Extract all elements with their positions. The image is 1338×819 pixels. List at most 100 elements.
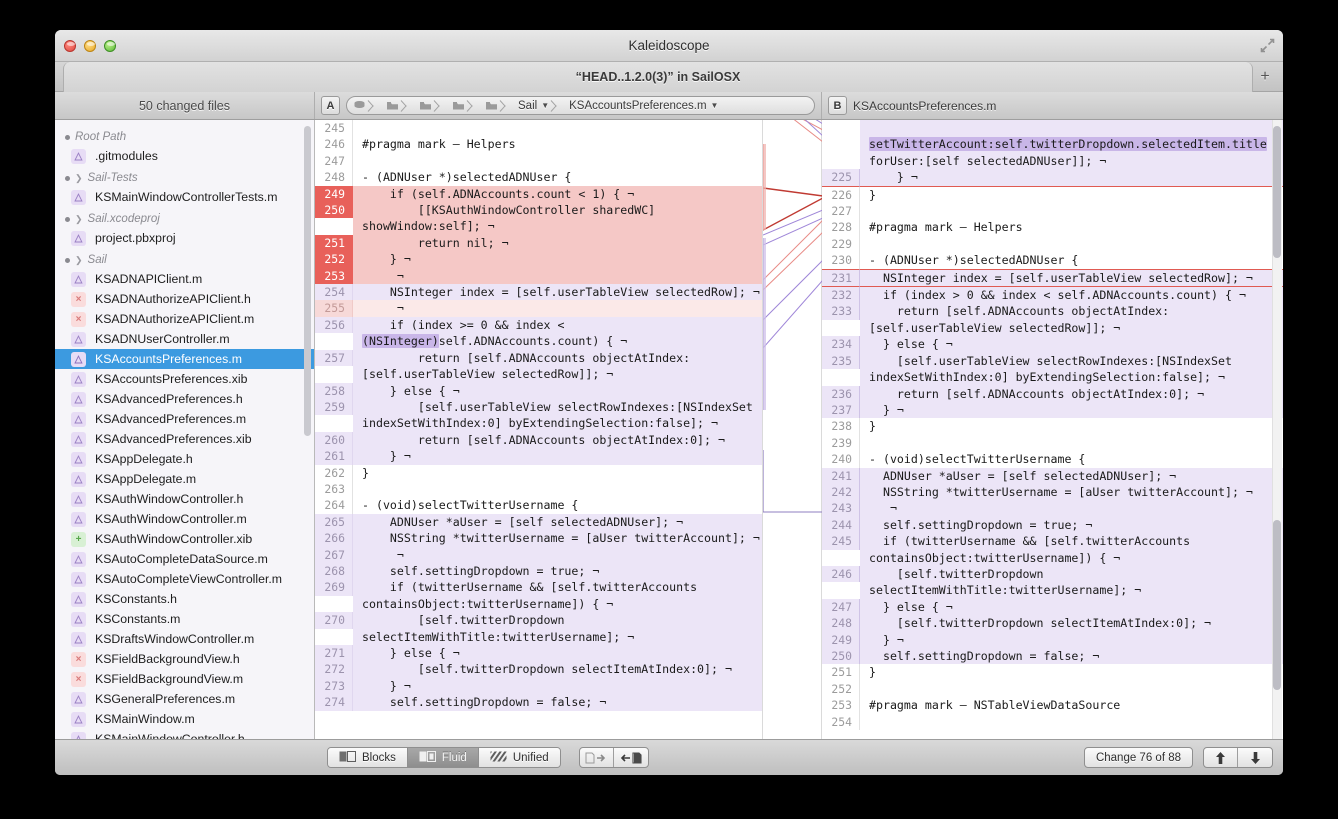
- code-text[interactable]: } else { ¬: [353, 382, 762, 399]
- code-text[interactable]: - (void)selectTwitterUsername {: [353, 497, 762, 513]
- code-text[interactable]: }: [353, 465, 762, 481]
- file-group-header[interactable]: Root Path: [55, 125, 314, 146]
- code-text[interactable]: setTwitterAccount:self.twitterDropdown.s…: [860, 120, 1283, 170]
- file-list-item[interactable]: △ KSConstants.h: [55, 589, 314, 609]
- code-text[interactable]: [[KSAuthWindowController sharedWC] showW…: [353, 202, 762, 235]
- code-text[interactable]: ¬: [860, 500, 1283, 517]
- apply-changes-group[interactable]: [578, 747, 649, 768]
- minimize-button[interactable]: [84, 40, 96, 52]
- breadcrumb[interactable]: Sail ▼ KSAccountsPreferences.m ▼: [346, 96, 815, 115]
- code-text[interactable]: } ¬: [353, 251, 762, 268]
- code-text[interactable]: if (index > 0 && index < self.ADNAccount…: [860, 287, 1283, 304]
- close-button[interactable]: [64, 40, 76, 52]
- breadcrumb-folder-3[interactable]: [446, 97, 479, 114]
- breadcrumb-folder-4[interactable]: [479, 97, 512, 114]
- code-text[interactable]: ADNUser *aUser = [self selectedADNUser];…: [860, 467, 1283, 484]
- pane-b-badge[interactable]: B: [828, 96, 847, 115]
- file-list-item[interactable]: × KSADNAuthorizeAPIClient.m: [55, 309, 314, 329]
- code-text[interactable]: [self.twitterDropdown selectItemWithTitl…: [860, 565, 1283, 599]
- file-list-item[interactable]: × KSADNAuthorizeAPIClient.h: [55, 289, 314, 309]
- file-list-item[interactable]: △ KSAppDelegate.h: [55, 449, 314, 469]
- code-text[interactable]: ¬: [353, 300, 762, 317]
- code-text[interactable]: } ¬: [860, 169, 1283, 187]
- code-text[interactable]: return [self.ADNAccounts objectAtIndex:0…: [353, 431, 762, 449]
- file-list-item[interactable]: △ KSConstants.m: [55, 609, 314, 629]
- file-list-item[interactable]: △ KSAutoCompleteDataSource.m: [55, 549, 314, 569]
- code-text[interactable]: ¬: [353, 267, 762, 285]
- sidebar-scrollbar[interactable]: [304, 126, 311, 436]
- file-group-header[interactable]: ❯ Sail-Tests: [55, 166, 314, 187]
- file-list-item[interactable]: △ KSAuthWindowController.m: [55, 509, 314, 529]
- file-list-item[interactable]: △ KSMainWindowControllerTests.m: [55, 187, 314, 207]
- code-text[interactable]: } else { ¬: [860, 336, 1283, 353]
- code-text[interactable]: } ¬: [860, 631, 1283, 648]
- file-list-item[interactable]: × KSFieldBackgroundView.h: [55, 649, 314, 669]
- apply-to-left-button[interactable]: [614, 748, 648, 767]
- code-text[interactable]: }: [860, 418, 1283, 434]
- code-text[interactable]: self.settingDropdown = true; ¬: [353, 562, 762, 580]
- file-group-header[interactable]: ❯ Sail.xcodeproj: [55, 207, 314, 228]
- file-list-item[interactable]: + KSAuthWindowController.xib: [55, 529, 314, 549]
- code-text[interactable]: - (ADNUser *)selectedADNUser {: [353, 169, 762, 185]
- file-list-item[interactable]: △ KSMainWindow.m: [55, 709, 314, 729]
- code-text[interactable]: #pragma mark — Helpers: [860, 219, 1283, 235]
- code-text[interactable]: - (ADNUser *)selectedADNUser {: [860, 252, 1283, 268]
- breadcrumb-file[interactable]: KSAccountsPreferences.m ▼: [563, 97, 721, 114]
- code-text[interactable]: return nil; ¬: [353, 234, 762, 252]
- breadcrumb-folder-2[interactable]: [413, 97, 446, 114]
- code-text[interactable]: return [self.ADNAccounts objectAtIndex:[…: [353, 349, 762, 383]
- new-tab-button[interactable]: +: [1253, 62, 1277, 92]
- view-mode-unified[interactable]: Unified: [478, 748, 560, 767]
- code-text[interactable]: ¬: [353, 546, 762, 563]
- code-text[interactable]: if (twitterUsername && [self.twitterAcco…: [860, 533, 1283, 566]
- chevron-right-icon[interactable]: ❯: [75, 255, 83, 266]
- file-list-item[interactable]: △ KSAdvancedPreferences.xib: [55, 429, 314, 449]
- code-text[interactable]: NSInteger index = [self.userTableView se…: [353, 284, 762, 301]
- fullscreen-icon[interactable]: [1260, 38, 1275, 53]
- code-text[interactable]: } ¬: [860, 401, 1283, 419]
- code-text[interactable]: return [self.ADNAccounts objectAtIndex:[…: [860, 303, 1283, 337]
- code-text[interactable]: } else { ¬: [353, 645, 762, 662]
- pane-b-scrollbar-upper[interactable]: [1273, 126, 1281, 258]
- code-text[interactable]: ADNUser *aUser = [self selectedADNUser];…: [353, 513, 762, 531]
- file-list-item[interactable]: △ KSMainWindowController.h: [55, 729, 314, 739]
- file-list-item[interactable]: △ KSAdvancedPreferences.h: [55, 389, 314, 409]
- apply-to-right-button[interactable]: [580, 748, 614, 767]
- code-text[interactable]: NSString *twitterUsername = [aUser twitt…: [860, 483, 1283, 501]
- file-list-item[interactable]: △ KSAuthWindowController.h: [55, 489, 314, 509]
- code-text[interactable]: } ¬: [353, 677, 762, 695]
- file-list-item[interactable]: △ .gitmodules: [55, 146, 314, 166]
- file-list-item[interactable]: △ KSAutoCompleteViewController.m: [55, 569, 314, 589]
- file-list-item[interactable]: △ KSADNAPIClient.m: [55, 269, 314, 289]
- view-mode-blocks[interactable]: Blocks: [328, 748, 408, 767]
- code-text[interactable]: self.settingDropdown = false; ¬: [860, 648, 1283, 665]
- file-group-header[interactable]: ❯ Sail: [55, 248, 314, 269]
- code-text[interactable]: }: [860, 187, 1283, 203]
- code-text[interactable]: }: [860, 664, 1283, 680]
- code-text[interactable]: NSString *twitterUsername = [aUser twitt…: [353, 530, 762, 547]
- tab-active[interactable]: “HEAD..1.2.0(3)” in SailOSX: [63, 62, 1253, 92]
- file-list-item[interactable]: × KSFieldBackgroundView.m: [55, 669, 314, 689]
- breadcrumb-project[interactable]: Sail ▼: [512, 97, 563, 114]
- diff-pane-b[interactable]: setTwitterAccount:self.twitterDropdown.s…: [822, 120, 1283, 739]
- code-text[interactable]: self.settingDropdown = false; ¬: [353, 694, 762, 711]
- file-list-item-selected[interactable]: △ KSAccountsPreferences.m: [55, 349, 314, 369]
- pane-a-badge[interactable]: A: [321, 96, 340, 115]
- code-text[interactable]: if (twitterUsername && [self.twitterAcco…: [353, 579, 762, 613]
- file-list-item[interactable]: △ KSADNUserController.m: [55, 329, 314, 349]
- chevron-right-icon[interactable]: ❯: [75, 214, 83, 225]
- code-text[interactable]: return [self.ADNAccounts objectAtIndex:0…: [860, 385, 1283, 402]
- code-text[interactable]: } ¬: [353, 448, 762, 465]
- code-text[interactable]: #pragma mark — NSTableViewDataSource: [860, 697, 1283, 713]
- pane-b-scrollbar-lower[interactable]: [1273, 520, 1281, 690]
- code-text[interactable]: [self.twitterDropdown selectItemAtIndex:…: [860, 615, 1283, 632]
- code-text[interactable]: - (void)selectTwitterUsername {: [860, 451, 1283, 467]
- file-list-item[interactable]: △ KSDraftsWindowController.m: [55, 629, 314, 649]
- change-navigation-group[interactable]: [1203, 747, 1273, 768]
- file-list-item[interactable]: △ KSGeneralPreferences.m: [55, 689, 314, 709]
- file-list-item[interactable]: △ project.pbxproj: [55, 228, 314, 248]
- code-text[interactable]: if (index >= 0 && index < (NSInteger)sel…: [353, 316, 762, 350]
- view-mode-fluid[interactable]: Fluid: [407, 748, 479, 767]
- code-text[interactable]: } else { ¬: [860, 598, 1283, 616]
- code-text[interactable]: [self.userTableView selectRowIndexes:[NS…: [860, 352, 1283, 386]
